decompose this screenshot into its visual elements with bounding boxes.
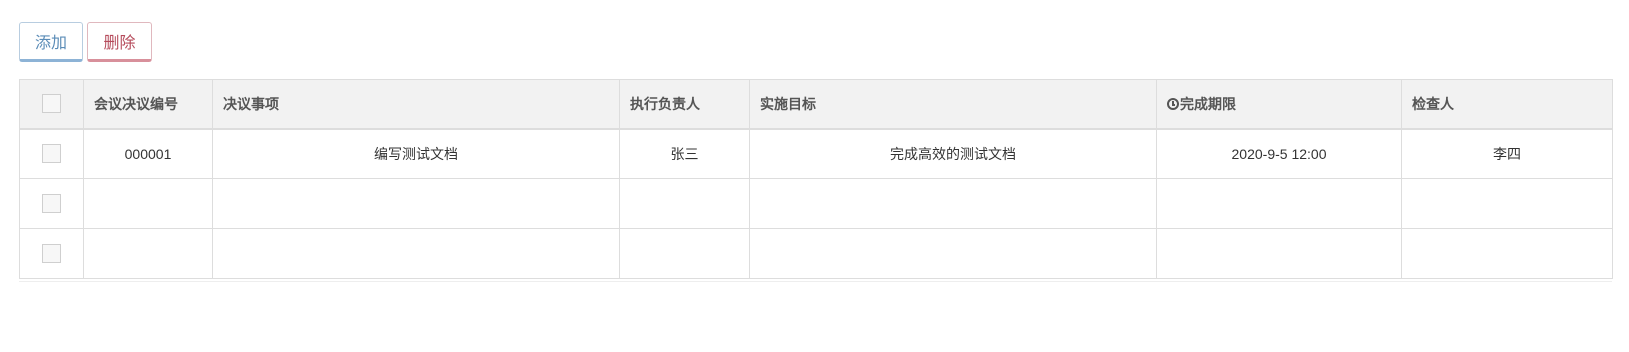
cell-code[interactable] [83,178,213,229]
cell-code[interactable]: 000001 [83,128,213,179]
cell-checker[interactable] [1401,178,1613,229]
cell-target[interactable]: 完成高效的测试文档 [749,128,1157,179]
table-footer-divider [19,281,1612,282]
header-item[interactable]: 决议事项 [212,79,620,130]
add-button[interactable]: 添加 [19,22,83,62]
header-deadline-label: 完成期限 [1180,95,1236,112]
table-row[interactable]: 000001 编写测试文档 张三 完成高效的测试文档 2020-9-5 12:0… [19,128,1613,179]
cell-owner[interactable]: 张三 [619,128,750,179]
table-row[interactable] [19,178,1613,229]
cell-deadline[interactable] [1156,228,1402,279]
select-all-checkbox[interactable] [42,94,61,114]
row-checkbox[interactable] [42,194,61,213]
cell-deadline[interactable] [1156,178,1402,229]
toolbar: 添加 删除 [19,22,152,64]
cell-owner[interactable] [619,178,750,229]
cell-item[interactable]: 编写测试文档 [212,128,620,179]
cell-owner[interactable] [619,228,750,279]
row-checkbox[interactable] [42,244,61,263]
header-select-all [19,79,84,130]
row-select-cell [19,128,84,179]
header-deadline[interactable]: 完成期限 [1156,79,1402,130]
table-row[interactable] [19,228,1613,279]
cell-target[interactable] [749,178,1157,229]
cell-checker[interactable] [1401,228,1613,279]
row-select-cell [19,228,84,279]
header-owner[interactable]: 执行负责人 [619,79,750,130]
cell-item[interactable] [212,228,620,279]
cell-checker[interactable]: 李四 [1401,128,1613,179]
header-checker[interactable]: 检查人 [1401,79,1613,130]
clock-icon [1167,97,1179,110]
delete-button[interactable]: 删除 [87,22,152,62]
cell-target[interactable] [749,228,1157,279]
resolution-table: 会议决议编号 决议事项 执行负责人 实施目标 完成期限 检查人 000001 编… [19,79,1613,279]
header-code[interactable]: 会议决议编号 [83,79,213,130]
cell-item[interactable] [212,178,620,229]
row-checkbox[interactable] [42,144,61,164]
table-header-row: 会议决议编号 决议事项 执行负责人 实施目标 完成期限 检查人 [19,79,1613,130]
cell-deadline[interactable]: 2020-9-5 12:00 [1156,128,1402,179]
header-target[interactable]: 实施目标 [749,79,1157,130]
cell-code[interactable] [83,228,213,279]
row-select-cell [19,178,84,229]
